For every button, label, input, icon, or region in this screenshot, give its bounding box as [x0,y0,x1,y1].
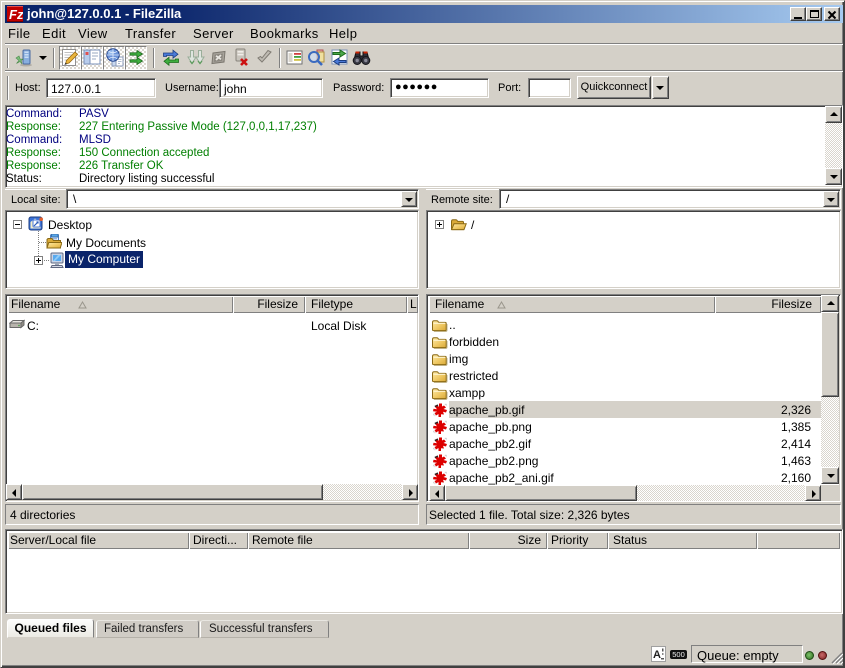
svg-text:Fz: Fz [9,7,23,22]
svg-text:A: A [653,649,661,661]
